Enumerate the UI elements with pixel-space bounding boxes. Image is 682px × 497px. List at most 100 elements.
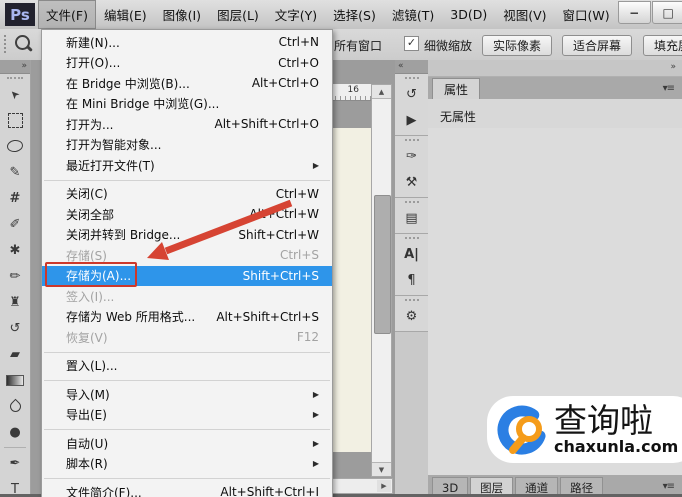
layers-panel-menu-icon[interactable]: ▾≡ xyxy=(663,481,675,492)
photoshop-logo: Ps xyxy=(5,3,35,26)
panel-dock: « ↺ ▶ ✑ ⚒ ▤ A| ¶ ⚙ xyxy=(395,60,429,497)
menu-item-browse-in-bridge[interactable]: 在 Bridge 中浏览(B)... Alt+Ctrl+O xyxy=(42,73,332,94)
menu-file[interactable]: 文件(F) xyxy=(38,0,96,29)
move-tool[interactable]: ➤ xyxy=(0,81,30,107)
shortcut: Alt+Shift+Ctrl+S xyxy=(216,309,319,324)
panel-collapse-icon[interactable]: » xyxy=(428,60,682,77)
document-page[interactable] xyxy=(331,128,372,452)
eyedropper-tool[interactable]: ✐ xyxy=(0,211,30,237)
paragraph-panel[interactable]: ¶ xyxy=(395,267,428,293)
lasso-tool[interactable] xyxy=(0,133,30,159)
scrubby-zoom-checkbox[interactable]: ✓ xyxy=(404,36,419,51)
dock-group: ▤ xyxy=(395,198,428,234)
menu-type[interactable]: 文字(Y) xyxy=(267,0,325,29)
gradient-tool[interactable] xyxy=(0,367,30,393)
menu-item-browse-in-mini-bridge[interactable]: 在 Mini Bridge 中浏览(G)... xyxy=(42,94,332,115)
panel-menu-icon[interactable]: ▾≡ xyxy=(663,83,675,94)
toolbox: » ➤ ✎ # ✐ ✱ ✏ ♜ ↺ ▰ ● ✒ T xyxy=(0,60,31,497)
window-controls: − □ × xyxy=(617,0,682,24)
shortcut: Ctrl+W xyxy=(275,186,319,201)
marquee-icon xyxy=(7,112,23,128)
menu-item-open-as[interactable]: 打开为... Alt+Shift+Ctrl+O xyxy=(42,114,332,135)
menu-item-close-all[interactable]: 关闭全部 Alt+Ctrl+W xyxy=(42,204,332,225)
dock-grabber[interactable] xyxy=(404,299,419,301)
actions-panel[interactable]: ▶ xyxy=(395,107,428,133)
scroll-down-arrow-icon[interactable]: ▼ xyxy=(372,462,391,476)
menu-item-export[interactable]: 导出(E) ▶ xyxy=(42,405,332,426)
menu-item-open-as-smart-object[interactable]: 打开为智能对象... xyxy=(42,135,332,156)
dock-grabber[interactable] xyxy=(404,237,419,239)
menu-items: 文件(F) 编辑(E) 图像(I) 图层(L) 文字(Y) 选择(S) 滤镜(T… xyxy=(38,0,618,29)
scrollbar-thumb[interactable] xyxy=(374,195,391,334)
menu-separator xyxy=(42,176,332,184)
menu-view[interactable]: 视图(V) xyxy=(495,0,554,29)
fill-screen-button[interactable]: 填充屏幕 xyxy=(643,35,682,56)
layer-comps-panel[interactable]: ▤ xyxy=(395,205,428,231)
crop-tool[interactable]: # xyxy=(0,185,30,211)
menu-item-scripts[interactable]: 脚本(R) ▶ xyxy=(42,454,332,475)
scrubby-zoom-label: 细微缩放 xyxy=(424,39,473,53)
quick-selection-tool[interactable]: ✎ xyxy=(0,159,30,185)
menu-item-open[interactable]: 打开(O)... Ctrl+O xyxy=(42,53,332,74)
menu-item-import[interactable]: 导入(M) ▶ xyxy=(42,384,332,405)
brush-tool[interactable]: ✏ xyxy=(0,263,30,289)
horizontal-scrollbar[interactable]: ▶ xyxy=(331,478,393,494)
menu-image[interactable]: 图像(I) xyxy=(155,0,209,29)
menu-item-open-recent[interactable]: 最近打开文件(T) ▶ xyxy=(42,155,332,176)
menu-select[interactable]: 选择(S) xyxy=(325,0,384,29)
pen-tool[interactable]: ✒ xyxy=(0,450,30,476)
shortcut: Shift+Ctrl+W xyxy=(238,227,319,242)
scroll-right-arrow-icon[interactable]: ▶ xyxy=(377,480,391,492)
properties-tab-bar: 属性 ▾≡ xyxy=(428,77,682,99)
gradient-icon xyxy=(6,374,24,386)
clone-stamp-tool[interactable]: ♜ xyxy=(0,289,30,315)
history-panel[interactable]: ↺ xyxy=(395,81,428,107)
maximize-button[interactable]: □ xyxy=(651,1,682,24)
eraser-tool[interactable]: ▰ xyxy=(0,341,30,367)
dock-group: ⚙ xyxy=(395,296,428,332)
shortcut: F12 xyxy=(296,330,319,345)
menu-edit[interactable]: 编辑(E) xyxy=(96,0,155,29)
brush-panel[interactable]: ✑ xyxy=(395,143,428,169)
actual-pixels-button[interactable]: 实际像素 xyxy=(482,35,553,56)
dock-group: A| ¶ xyxy=(395,234,428,296)
tool-presets-panel[interactable]: ⚙ xyxy=(395,303,428,329)
character-panel[interactable]: A| xyxy=(395,241,428,267)
ruler-label: 16 xyxy=(347,85,359,95)
rectangular-marquee-tool[interactable] xyxy=(0,107,30,133)
dock-grabber[interactable] xyxy=(404,201,419,203)
scroll-up-arrow-icon[interactable]: ▲ xyxy=(372,85,391,99)
toolbox-collapse-icon[interactable]: » xyxy=(0,60,30,74)
brush-icon: ✏ xyxy=(9,268,21,284)
menu-item-file-info[interactable]: 文件简介(F)... Alt+Shift+Ctrl+I xyxy=(42,482,332,497)
options-bar-grabber[interactable] xyxy=(4,35,6,53)
history-brush-tool[interactable]: ↺ xyxy=(0,315,30,341)
menu-item-automate[interactable]: 自动(U) ▶ xyxy=(42,433,332,454)
submenu-arrow-icon: ▶ xyxy=(312,438,319,448)
fit-screen-button[interactable]: 适合屏幕 xyxy=(562,35,633,56)
minimize-button[interactable]: − xyxy=(617,1,651,24)
dock-grabber[interactable] xyxy=(404,77,419,79)
clone-source-panel[interactable]: ⚒ xyxy=(395,169,428,195)
vertical-scrollbar[interactable]: ▲ ▼ xyxy=(371,84,392,477)
dock-grabber[interactable] xyxy=(404,139,419,141)
menu-3d[interactable]: 3D(D) xyxy=(442,0,495,29)
history-brush-icon: ↺ xyxy=(9,320,21,336)
dock-collapse-icon[interactable]: « xyxy=(395,60,428,74)
menu-item-place[interactable]: 置入(L)... xyxy=(42,356,332,377)
eyedropper-icon: ✐ xyxy=(9,216,21,232)
menu-item-close[interactable]: 关闭(C) Ctrl+W xyxy=(42,184,332,205)
menu-layer[interactable]: 图层(L) xyxy=(209,0,267,29)
dock-group: ↺ ▶ xyxy=(395,74,428,136)
menu-item-close-and-go-to-bridge[interactable]: 关闭并转到 Bridge... Shift+Ctrl+W xyxy=(42,225,332,246)
menu-item-new[interactable]: 新建(N)... Ctrl+N xyxy=(42,32,332,53)
burn-tool[interactable]: ● xyxy=(0,419,30,445)
toolbox-grabber[interactable] xyxy=(7,77,23,79)
blur-tool[interactable] xyxy=(0,393,30,419)
menu-window[interactable]: 窗口(W) xyxy=(555,0,618,29)
character-panel-icon: A| xyxy=(404,246,419,262)
menu-item-save-for-web[interactable]: 存储为 Web 所用格式... Alt+Shift+Ctrl+S xyxy=(42,307,332,328)
spot-healing-brush-tool[interactable]: ✱ xyxy=(0,237,30,263)
tab-properties[interactable]: 属性 xyxy=(432,78,481,99)
menu-filter[interactable]: 滤镜(T) xyxy=(384,0,442,29)
